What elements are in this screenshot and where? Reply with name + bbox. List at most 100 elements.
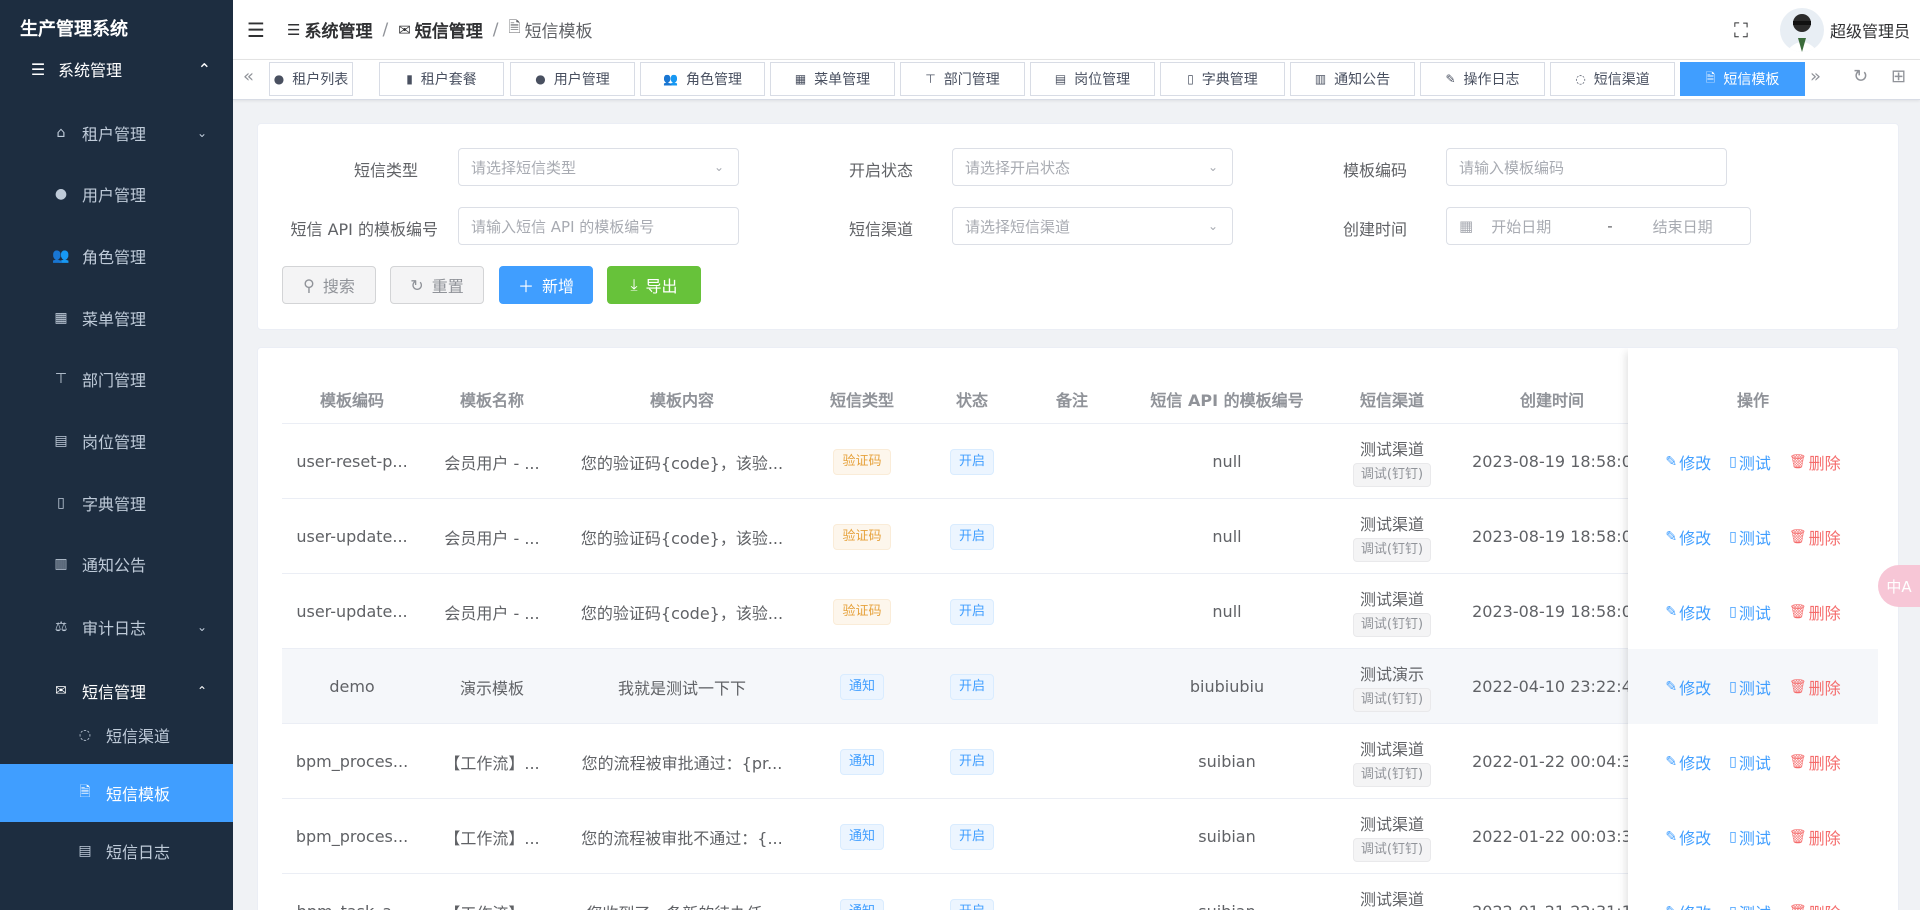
book-icon: ▯ [57,495,65,511]
sidebar-item-5[interactable]: ▤ 岗位管理 [0,412,233,470]
channel-select[interactable]: 请选择短信渠道 ⌄ [952,207,1233,245]
test-button[interactable]: ▯测试 [1729,450,1771,474]
table-cell: 2023-08-19 18:58:0 [1472,452,1632,471]
avatar[interactable] [1779,8,1824,52]
list-icon: ☰ [30,59,46,79]
test-button[interactable]: ▯测试 [1729,525,1771,549]
sidebar-item-0[interactable]: ⌂ 租户管理 ⌄ [0,104,233,162]
delete-button[interactable]: 🗑删除 [1789,825,1841,849]
edit-button[interactable]: ✎修改 [1665,825,1711,849]
status-select[interactable]: 请选择开启状态 ⌄ [952,148,1233,186]
table-cell: 开启 [922,574,1022,649]
tab-7[interactable]: ▯ 字典管理 [1160,62,1285,96]
table-cell: null [1212,602,1242,621]
sidebar-item-3[interactable]: ▦ 菜单管理 [0,289,233,347]
tab-2[interactable]: ● 用户管理 [510,62,635,96]
tab-4[interactable]: ▦ 菜单管理 [770,62,895,96]
users-icon: 👥 [52,248,70,264]
tab-3[interactable]: 👥 角色管理 [640,62,765,96]
edit-button[interactable]: ✎修改 [1665,450,1711,474]
tab-1[interactable]: ▮ 租户套餐 [379,62,504,96]
tab-5[interactable]: ⊤ 部门管理 [900,62,1025,96]
table-cell: 会员用户 - ... [444,528,540,548]
edit-button[interactable]: ✎修改 [1665,600,1711,624]
username[interactable]: 超级管理员 [1830,18,1910,42]
sidebar-item-4[interactable]: ⊤ 部门管理 [0,350,233,408]
hamburger-icon[interactable]: ☰ [247,18,269,42]
edit-button[interactable]: ✎修改 [1665,675,1711,699]
delete-button[interactable]: 🗑删除 [1789,900,1841,910]
edit-button[interactable]: ✎修改 [1665,525,1711,549]
row-actions: ✎修改 ▯测试 🗑删除 [1628,499,1878,574]
tab-10[interactable]: ◌ 短信渠道 [1550,62,1675,96]
sidebar-subitem-0[interactable]: ◌ 短信渠道 [0,706,233,764]
grid-icon[interactable]: ⊞ [1891,66,1906,87]
add-button[interactable]: ＋新增 [499,266,593,304]
tab-9[interactable]: ✎ 操作日志 [1420,62,1545,96]
edit-button[interactable]: ✎修改 [1665,750,1711,774]
table-cell: null [1212,452,1242,471]
tab-8[interactable]: ▥ 通知公告 [1290,62,1415,96]
search-icon: ⚲ [303,275,315,295]
table-cell [1022,424,1122,499]
test-button[interactable]: ▯测试 [1729,600,1771,624]
sidebar-item-2[interactable]: 👥 角色管理 [0,227,233,285]
tab-0[interactable]: ● 租户列表 [269,62,353,96]
search-button[interactable]: ⚲ 搜索 [282,266,376,304]
status-badge: 开启 [949,748,994,775]
chevron-double-right-icon[interactable]: » [1810,66,1821,87]
test-button[interactable]: ▯测试 [1729,900,1771,910]
api-code-input[interactable]: 请输入短信 API 的模板编号 [458,207,739,245]
table-cell: demo [329,677,375,696]
table-cell: 测试渠道调试(钉钉) [1359,890,1424,909]
sidebar-item-1[interactable]: ● 用户管理 [0,165,233,223]
table-cell: user-update... [296,527,408,546]
export-button[interactable]: ⤓ 导出 [607,266,701,304]
phone-icon: ▯ [1729,603,1737,620]
refresh-icon: ↻ [410,275,424,295]
sidebar-subitem-1[interactable]: 🗎 短信模板 [0,764,233,822]
test-button[interactable]: ▯测试 [1729,675,1771,699]
translate-icon[interactable]: 中A [1878,565,1920,607]
chevron-down-icon: ⌄ [1207,219,1218,233]
reset-button[interactable]: ↻ 重置 [390,266,484,304]
sidebar-item-system[interactable]: ☰ 系统管理 ⌃ [0,52,233,86]
test-button[interactable]: ▯测试 [1729,750,1771,774]
end-date-input[interactable]: 结束日期 [1653,216,1713,237]
start-date-input[interactable]: 开始日期 [1491,216,1551,237]
delete-button[interactable]: 🗑删除 [1789,525,1841,549]
phone-icon: ▯ [1729,678,1737,695]
chevron-double-left-icon[interactable]: « [243,66,254,87]
table-cell [1022,799,1122,874]
test-button[interactable]: ▯测试 [1729,825,1771,849]
sidebar-subitem-2[interactable]: ▤ 短信日志 [0,822,233,880]
sidebar-item-6[interactable]: ▯ 字典管理 [0,474,233,532]
column-header: 模板内容 [649,391,714,410]
edit-button[interactable]: ✎修改 [1665,900,1711,910]
table-cell: 会员用户 - ... [444,603,540,623]
refresh-icon[interactable]: ↻ [1853,66,1868,87]
trash-icon: 🗑 [1788,828,1807,845]
tab-11[interactable]: 🗎 短信模板 [1680,62,1805,96]
delete-button[interactable]: 🗑删除 [1789,675,1841,699]
breadcrumb-item[interactable]: ✉ 短信管理 [398,17,483,43]
fullscreen-icon[interactable]: ⛶ [1734,18,1748,42]
tab-6[interactable]: ▤ 岗位管理 [1030,62,1155,96]
delete-button[interactable]: 🗑删除 [1789,600,1841,624]
user-icon: ● [535,72,546,86]
phone-icon: ▯ [1729,753,1737,770]
table-cell: 您的流程被审批不通过：{... [581,828,783,848]
status-badge: 开启 [949,523,994,550]
sms-type-select[interactable]: 请选择短信类型 ⌄ [458,148,739,186]
sidebar-item-8[interactable]: ⚖ 审计日志 ⌄ [0,598,233,656]
date-range-picker[interactable]: ▦ 开始日期 - 结束日期 [1446,207,1751,245]
delete-button[interactable]: 🗑删除 [1789,450,1841,474]
table-cell: 开启 [922,799,1022,874]
chevron-down-icon: ⌄ [196,620,207,634]
delete-button[interactable]: 🗑删除 [1789,750,1841,774]
table-cell: 2023-08-19 18:58:0 [1472,527,1632,546]
breadcrumb-item[interactable]: ☰ 系统管理 [287,17,372,43]
template-code-input[interactable]: 请输入模板编码 [1446,148,1727,186]
sidebar-item-7[interactable]: ▥ 通知公告 [0,535,233,593]
id-card-icon: ▤ [54,433,68,449]
